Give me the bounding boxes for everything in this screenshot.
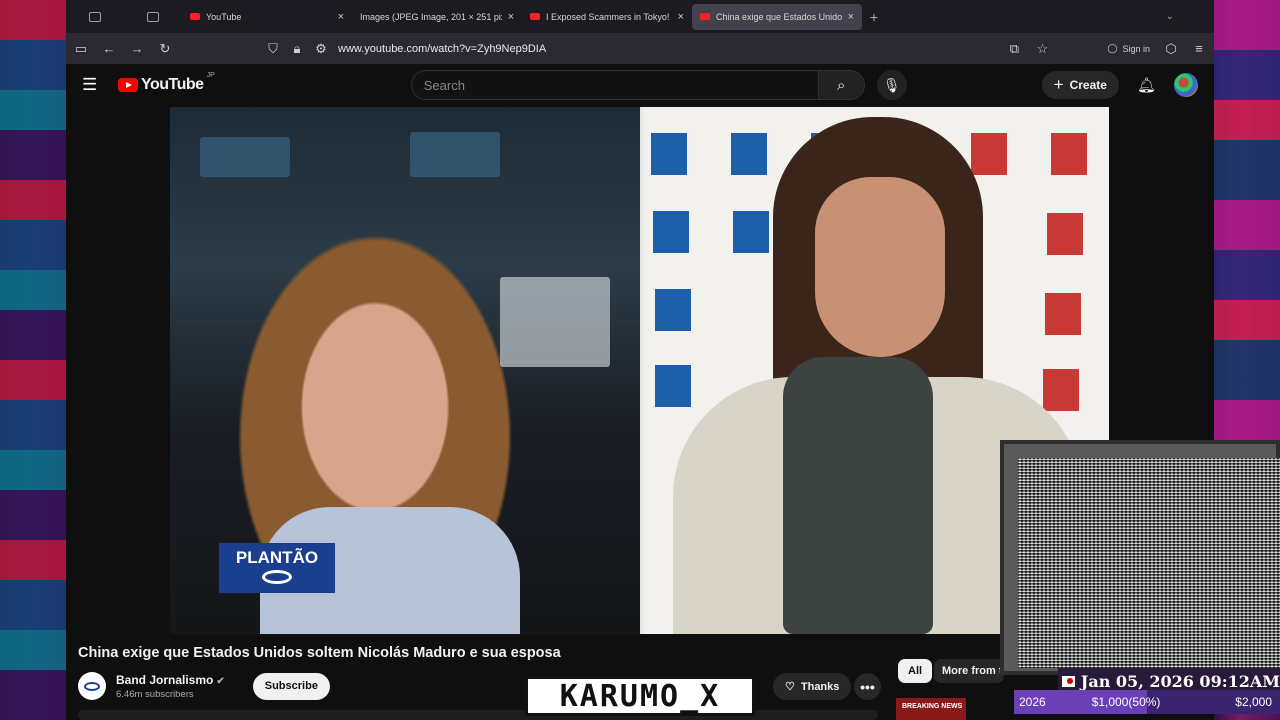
- more-dots-icon: •••: [860, 678, 875, 695]
- channel-name[interactable]: Band Jornalismo ✔: [116, 673, 225, 687]
- sidebar-toggle-icon[interactable]: [89, 11, 101, 22]
- tv-static-screen: [1018, 458, 1280, 668]
- bookmark-star-icon[interactable]: ☆: [1035, 41, 1049, 57]
- extensions-icon[interactable]: ⬡: [1164, 41, 1178, 57]
- chip-more-from-channel[interactable]: More from t: [934, 659, 1004, 683]
- channel-name-text[interactable]: Band Jornalismo: [116, 673, 213, 687]
- goal-year: 2026: [1019, 695, 1046, 709]
- tab-bar: YouTube × Images (JPEG Image, 201 × 251 …: [66, 0, 1214, 33]
- band-eye-icon: [262, 570, 292, 584]
- toolbar-right: ⧉ ☆ ◯ Sign in ⬡ ≡: [1007, 41, 1206, 57]
- more-actions-button[interactable]: •••: [854, 673, 881, 700]
- logo-text: YouTube: [141, 76, 204, 93]
- voice-search-button[interactable]: 🎙︎: [876, 70, 907, 100]
- japan-flag-icon: [1062, 675, 1075, 687]
- sign-in-label: Sign in: [1122, 43, 1150, 54]
- plantao-logo: PLANTÃO: [219, 543, 335, 593]
- region-code: JP: [206, 72, 215, 79]
- verified-badge-icon: ✔: [216, 675, 225, 687]
- close-tab-icon[interactable]: ×: [848, 11, 854, 23]
- close-tab-icon[interactable]: ×: [508, 11, 514, 23]
- search-button[interactable]: ⌕: [818, 70, 865, 100]
- neon-sign-left: [0, 0, 66, 720]
- subscribe-button[interactable]: Subscribe: [252, 672, 330, 700]
- youtube-favicon-icon: [190, 13, 200, 20]
- notifications-bell-icon[interactable]: 🔔︎: [1137, 76, 1156, 94]
- channel-avatar[interactable]: [78, 672, 106, 700]
- close-tab-icon[interactable]: ×: [338, 11, 344, 23]
- guest-face: [815, 177, 945, 357]
- comments-preview: [78, 710, 878, 720]
- channel-row: Band Jornalismo ✔ 6.46m subscribers Subsc…: [78, 672, 330, 700]
- sidebar-icon[interactable]: ▭: [74, 41, 88, 57]
- guest-scarf: [783, 357, 933, 634]
- chip-all[interactable]: All: [898, 659, 933, 683]
- thanks-label: Thanks: [800, 680, 840, 693]
- shield-icon[interactable]: ⛉: [266, 41, 280, 57]
- recommended-video-thumbnail[interactable]: BREAKING NEWS: [896, 698, 966, 720]
- breaking-news-badge: BREAKING NEWS: [902, 703, 963, 710]
- video-player[interactable]: PLANTÃO: [170, 107, 1109, 634]
- list-all-tabs-icon[interactable]: ⌄: [1166, 11, 1174, 22]
- reload-icon[interactable]: ↻: [158, 41, 172, 57]
- hamburger-menu-icon[interactable]: ☰: [82, 75, 102, 95]
- plantao-label: PLANTÃO: [235, 548, 319, 567]
- permissions-icon[interactable]: ⚙: [314, 41, 328, 57]
- search-icon: ⌕: [837, 76, 846, 94]
- anchor-feed: PLANTÃO: [170, 107, 640, 634]
- tab-images[interactable]: Images (JPEG Image, 201 × 251 pixe ×: [352, 4, 522, 30]
- donation-goal-bar: 2026 $1,000(50%) $2,000: [1014, 690, 1280, 714]
- plus-icon: +: [1053, 75, 1064, 94]
- tab-title: China exige que Estados Unidos: [716, 11, 842, 22]
- newsroom-monitor: [200, 137, 290, 177]
- search-input[interactable]: Search: [410, 70, 819, 100]
- tab-title: I Exposed Scammers in Tokyo!: [546, 11, 670, 22]
- create-label: Create: [1069, 78, 1107, 92]
- sign-in-button[interactable]: ◯ Sign in: [1107, 43, 1150, 54]
- picture-in-picture-icon[interactable]: ⧉: [1007, 41, 1021, 57]
- channel-info: Band Jornalismo ✔ 6.46m subscribers: [116, 673, 225, 700]
- newsroom-monitor: [410, 132, 500, 177]
- youtube-play-icon: [118, 78, 138, 92]
- video-title: China exige que Estados Unidos soltem Ni…: [78, 645, 561, 661]
- account-icon: ◯: [1107, 43, 1118, 53]
- subscriber-count: 6.46m subscribers: [116, 688, 194, 700]
- user-avatar[interactable]: [1174, 73, 1198, 97]
- create-button[interactable]: + Create: [1041, 71, 1119, 99]
- goal-current: $1,000(50%): [1091, 695, 1161, 709]
- thanks-button[interactable]: ♡ Thanks: [773, 673, 852, 700]
- youtube-favicon-icon: [700, 13, 710, 20]
- back-icon[interactable]: ←: [102, 41, 116, 56]
- close-tab-icon[interactable]: ×: [678, 11, 684, 23]
- youtube-header: ☰ YouTube JP Search ⌕ 🎙︎ + Create 🔔︎: [66, 64, 1214, 106]
- url-text[interactable]: www.youtube.com/watch?v=Zyh9Nep9DIA: [338, 43, 546, 55]
- forward-icon[interactable]: →: [130, 41, 144, 56]
- datetime-text: Jan 05, 2026 09:12AM: [1080, 671, 1280, 691]
- navigation-bar: ▭ ← → ↻ ⛉ 🔒︎ ⚙ www.youtube.com/watch?v=Z…: [66, 33, 1214, 64]
- microphone-icon: 🎙︎: [882, 76, 901, 93]
- goal-target: $2,000: [1235, 695, 1272, 709]
- tab-title: Images (JPEG Image, 201 × 251 pixe: [360, 11, 502, 22]
- streamer-watermark: KARUMO_X: [525, 676, 755, 716]
- lock-icon[interactable]: 🔒︎: [290, 41, 304, 57]
- newsroom-monitor: [500, 277, 610, 367]
- band-logo-icon: [84, 681, 100, 691]
- tab-current-video[interactable]: China exige que Estados Unidos ×: [692, 3, 862, 30]
- tab-youtube[interactable]: YouTube ×: [182, 4, 352, 30]
- thanks-heart-icon: ♡: [785, 681, 795, 693]
- new-tab-button[interactable]: +: [862, 9, 886, 25]
- tab-title: YouTube: [206, 11, 242, 22]
- youtube-logo[interactable]: YouTube JP: [118, 72, 215, 94]
- retro-tv-overlay: [1000, 440, 1280, 675]
- tab-groups-icon[interactable]: [147, 11, 159, 22]
- header-actions: + Create 🔔︎: [1041, 71, 1198, 99]
- search-bar: Search ⌕: [410, 70, 865, 100]
- neon-sign-right: [1214, 0, 1280, 440]
- tab-controls: [66, 0, 182, 33]
- menu-icon[interactable]: ≡: [1192, 41, 1206, 56]
- tab-scammers[interactable]: I Exposed Scammers in Tokyo! ×: [522, 4, 692, 30]
- youtube-favicon-icon: [530, 13, 540, 20]
- address-bar[interactable]: ⛉ 🔒︎ ⚙ www.youtube.com/watch?v=Zyh9Nep9D…: [266, 41, 993, 57]
